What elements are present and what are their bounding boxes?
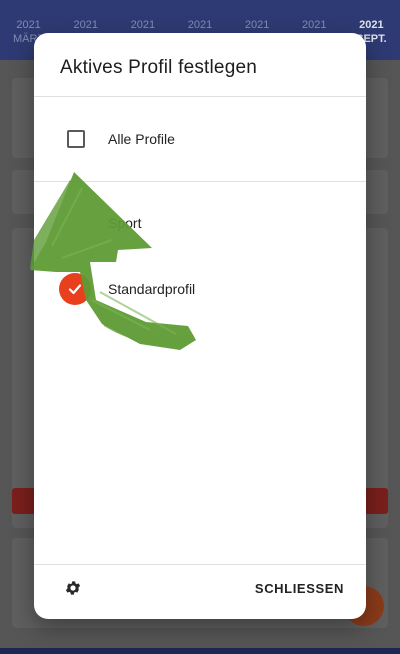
- gear-icon[interactable]: [64, 579, 82, 597]
- divider: [34, 564, 366, 565]
- close-button[interactable]: SCHLIESSEN: [255, 581, 344, 596]
- all-profiles-label: Alle Profile: [108, 131, 175, 147]
- checkbox-unchecked-icon[interactable]: [67, 130, 85, 148]
- profile-dialog: Aktives Profil festlegen Alle Profile Sp…: [34, 33, 366, 619]
- all-profiles-option[interactable]: Alle Profile: [34, 119, 366, 159]
- profile-option-sport[interactable]: Sport: [34, 203, 366, 243]
- divider: [34, 96, 366, 97]
- dialog-title: Aktives Profil festlegen: [60, 57, 257, 78]
- profile-label: Standardprofil: [108, 281, 196, 297]
- profile-label: Sport: [108, 215, 142, 231]
- checkmark-icon: [68, 284, 82, 295]
- profile-option-standard[interactable]: Standardprofil: [34, 269, 366, 309]
- divider: [34, 181, 366, 182]
- radio-selected-icon[interactable]: [59, 273, 91, 305]
- radio-unselected-icon[interactable]: [75, 215, 91, 231]
- background-bottom-bar: [0, 648, 400, 654]
